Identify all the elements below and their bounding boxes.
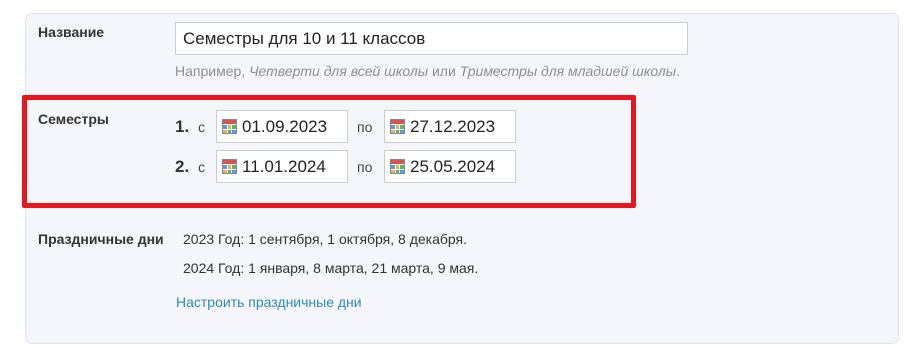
semester-2-start-date: 11.01.2024: [242, 156, 326, 176]
name-hint: Например, Четверти для всей школы или Тр…: [175, 63, 680, 79]
semester-1-end-date: 27.12.2023: [410, 116, 496, 136]
hint-example-1: Четверти для всей школы: [249, 63, 429, 79]
name-input[interactable]: Семестры для 10 и 11 классов: [175, 22, 688, 55]
semester-1-to-word: по: [357, 119, 373, 135]
semester-1-start-date-field[interactable]: 01.09.2023: [216, 110, 348, 143]
semester-2-number: 2.: [175, 157, 190, 176]
semester-1-start-date: 01.09.2023: [242, 116, 328, 136]
semester-2-to-word: по: [357, 159, 373, 175]
calendar-icon[interactable]: [390, 159, 405, 174]
semester-2-from-word: с: [198, 159, 205, 175]
holidays-2023: 2023 Год: 1 сентября, 1 октября, 8 декаб…: [183, 231, 468, 247]
calendar-icon[interactable]: [222, 159, 237, 174]
holidays-2024: 2024 Год: 1 января, 8 марта, 21 марта, 9…: [183, 260, 479, 276]
semester-1-number: 1.: [175, 117, 190, 136]
holidays-label: Праздничные дни: [38, 231, 164, 247]
hint-example-2: Триместры для младшей школы: [459, 63, 677, 79]
calendar-icon[interactable]: [222, 119, 237, 134]
calendar-icon[interactable]: [390, 119, 405, 134]
semester-2-end-date-field[interactable]: 25.05.2024: [384, 150, 516, 183]
semester-2-start-date-field[interactable]: 11.01.2024: [216, 150, 348, 183]
name-label: Название: [38, 24, 105, 40]
semesters-label: Семестры: [38, 111, 109, 127]
semester-1-end-date-field[interactable]: 27.12.2023: [384, 110, 516, 143]
configure-holidays-link[interactable]: Настроить праздничные дни: [176, 294, 362, 310]
semester-1-from-word: с: [198, 119, 205, 135]
semester-2-end-date: 25.05.2024: [410, 156, 496, 176]
